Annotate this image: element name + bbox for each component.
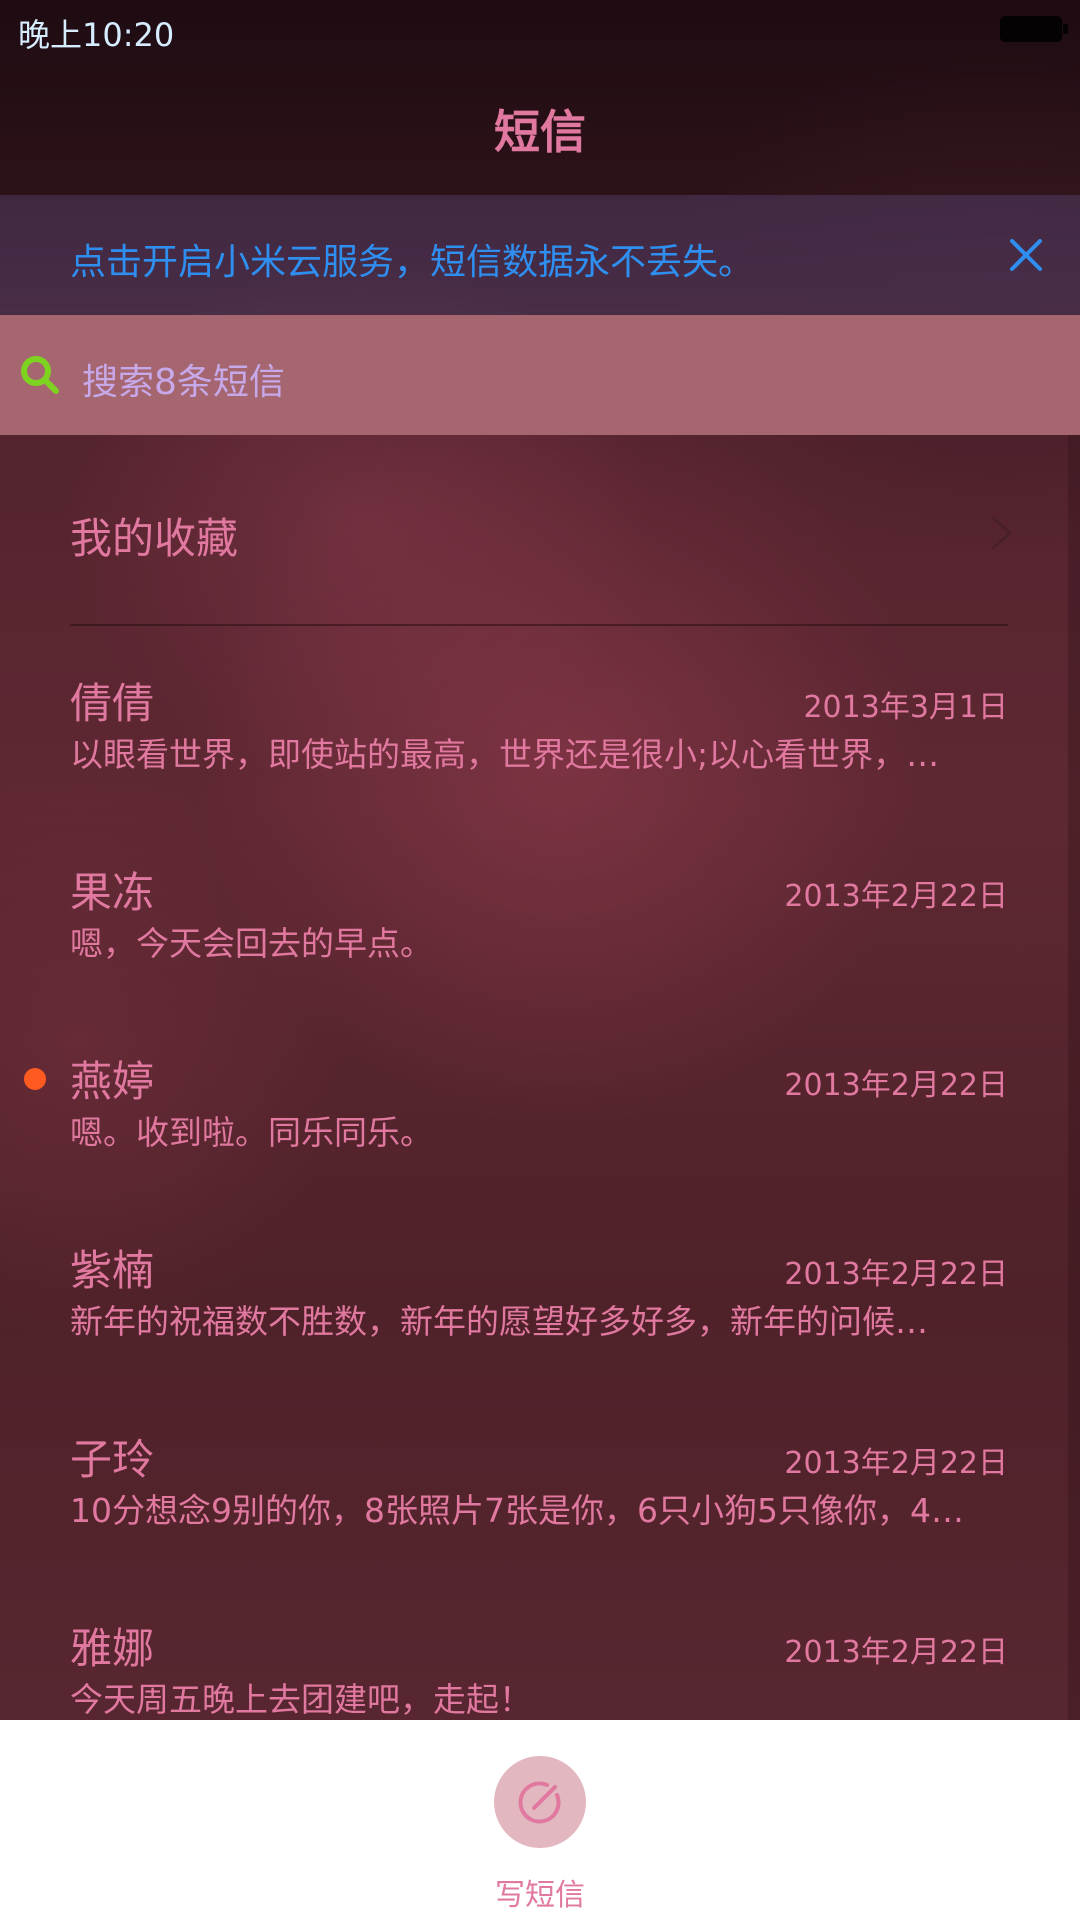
cloud-banner-text[interactable]: 点击开启小米云服务，短信数据永不丢失。	[70, 233, 754, 285]
message-preview: 嗯，今天会回去的早点。	[70, 924, 433, 963]
bottom-action-bar: 写短信	[0, 1720, 1080, 1920]
compose-label: 写短信	[495, 1878, 585, 1913]
status-bar: 晚上10:20	[0, 0, 1080, 60]
message-preview: 今天周五晚上去团建吧，走起！	[70, 1680, 532, 1719]
unread-dot-icon	[24, 1068, 46, 1090]
message-date: 2013年2月22日	[784, 1257, 1008, 1292]
message-date: 2013年2月22日	[784, 1635, 1008, 1670]
compose-icon	[517, 1779, 563, 1825]
conversation-list[interactable]: 倩倩 2013年3月1日 以眼看世界，即使站的最高，世界还是很小;以心看世界，……	[0, 626, 1080, 1720]
my-favorites-item[interactable]: 我的收藏	[0, 435, 1080, 625]
message-preview: 以眼看世界，即使站的最高，世界还是很小;以心看世界，…	[70, 735, 940, 774]
contact-name: 倩倩	[70, 679, 155, 728]
contact-name: 雅娜	[70, 1624, 155, 1673]
message-date: 2013年3月1日	[803, 690, 1008, 725]
conversation-row[interactable]: 雅娜 2013年2月22日 今天周五晚上去团建吧，走起！	[0, 1571, 1080, 1720]
message-date: 2013年2月22日	[784, 1446, 1008, 1481]
message-date: 2013年2月22日	[784, 879, 1008, 914]
message-preview: 嗯。收到啦。同乐同乐。	[70, 1113, 433, 1152]
contact-name: 燕婷	[70, 1057, 155, 1106]
status-time: 晚上10:20	[18, 16, 175, 54]
contact-name: 紫楠	[70, 1246, 155, 1295]
page-title: 短信	[494, 105, 586, 159]
search-icon	[18, 353, 62, 397]
search-input[interactable]: 搜索8条短信	[0, 315, 1080, 435]
conversation-row[interactable]: 紫楠 2013年2月22日 新年的祝福数不胜数，新年的愿望好多好多，新年的问候…	[0, 1193, 1080, 1382]
contact-name: 果冻	[70, 868, 155, 917]
scroll-edge	[1068, 435, 1080, 1720]
close-icon[interactable]	[1006, 235, 1046, 275]
my-favorites-label: 我的收藏	[70, 514, 239, 563]
compose-button[interactable]	[494, 1756, 586, 1848]
conversation-row[interactable]: 倩倩 2013年3月1日 以眼看世界，即使站的最高，世界还是很小;以心看世界，…	[0, 626, 1080, 815]
message-date: 2013年2月22日	[784, 1068, 1008, 1103]
battery-icon	[1000, 16, 1068, 42]
conversation-row[interactable]: 果冻 2013年2月22日 嗯，今天会回去的早点。	[0, 815, 1080, 1004]
search-placeholder: 搜索8条短信	[82, 362, 285, 403]
conversation-row[interactable]: 燕婷 2013年2月22日 嗯。收到啦。同乐同乐。	[0, 1004, 1080, 1193]
cloud-service-banner[interactable]: 点击开启小米云服务，短信数据永不丢失。	[0, 195, 1080, 315]
message-preview: 新年的祝福数不胜数，新年的愿望好多好多，新年的问候…	[70, 1302, 928, 1341]
conversation-row[interactable]: 子玲 2013年2月22日 10分想念9别的你，8张照片7张是你，6只小狗5只像…	[0, 1382, 1080, 1571]
chevron-right-icon	[988, 513, 1014, 553]
contact-name: 子玲	[70, 1435, 155, 1484]
message-preview: 10分想念9别的你，8张照片7张是你，6只小狗5只像你，4…	[70, 1491, 964, 1530]
